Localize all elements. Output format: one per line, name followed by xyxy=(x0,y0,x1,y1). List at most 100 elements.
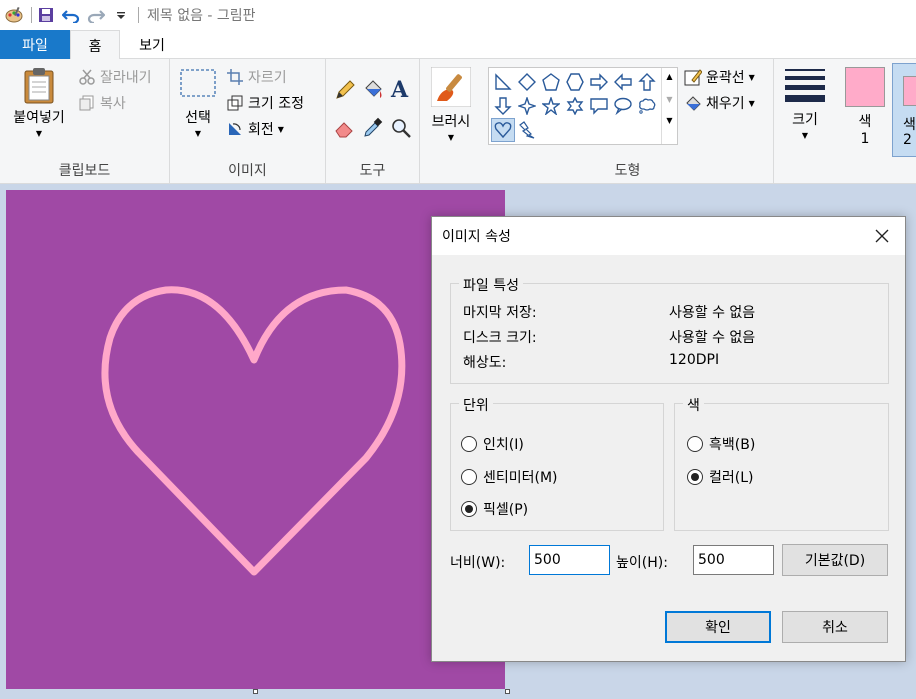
right-arrow-icon[interactable] xyxy=(587,70,611,94)
resize-handle-corner[interactable] xyxy=(505,689,510,694)
color2-number: 2 xyxy=(903,132,912,148)
gallery-scroll: ▲ ▼ ▼ xyxy=(661,68,677,144)
separator xyxy=(31,7,32,23)
ribbon: 붙여넣기 ▼ 잘라내기 복사 클립보드 선택 ▼ 자르기 크기 조정 회전 ▼ … xyxy=(0,59,916,184)
gallery-expand-icon[interactable]: ▼ xyxy=(662,116,677,125)
tab-home[interactable]: 홈 xyxy=(70,30,120,60)
save-icon[interactable] xyxy=(35,4,57,26)
rotate-button[interactable]: 회전 ▼ xyxy=(226,119,284,139)
color-mode-legend: 색 xyxy=(683,395,704,415)
cut-button[interactable]: 잘라내기 xyxy=(78,67,152,87)
diamond-icon[interactable] xyxy=(515,70,539,94)
pentagon-icon[interactable] xyxy=(539,70,563,94)
redo-icon[interactable] xyxy=(85,4,107,26)
select-rect-icon xyxy=(176,67,220,101)
magnifier-icon[interactable] xyxy=(390,117,412,143)
image-group: 선택 ▼ 자르기 크기 조정 회전 ▼ 이미지 xyxy=(170,59,326,184)
color1-button[interactable]: 색 1 xyxy=(838,59,892,161)
title-bar: 제목 없음 - 그림판 xyxy=(0,0,916,30)
cloud-callout-icon[interactable] xyxy=(635,94,659,118)
tab-file[interactable]: 파일 xyxy=(0,30,70,59)
color-bw-radio[interactable]: 흑백(B) xyxy=(687,434,755,454)
resolution-value: 120DPI xyxy=(669,352,720,368)
clipboard-icon xyxy=(8,67,70,105)
tools-group: A 도구 xyxy=(326,59,420,184)
fill-bucket-icon[interactable] xyxy=(362,79,384,105)
quick-access-toolbar xyxy=(0,0,139,30)
down-arrow-icon[interactable] xyxy=(491,94,515,118)
five-point-star-icon[interactable] xyxy=(539,94,563,118)
chevron-down-icon: ▼ xyxy=(35,129,43,138)
brush-icon xyxy=(424,67,478,107)
color-color-radio[interactable]: 컬러(L) xyxy=(687,467,753,487)
image-properties-dialog: 이미지 속성 파일 특성 마지막 저장: 사용할 수 없음 디스크 크기: 사용… xyxy=(431,216,906,662)
resize-icon xyxy=(226,94,244,112)
unit-inch-radio[interactable]: 인치(I) xyxy=(461,434,524,454)
units-legend: 단위 xyxy=(459,395,493,415)
width-input[interactable] xyxy=(529,545,610,575)
tab-view[interactable]: 보기 xyxy=(120,30,184,59)
shapes-group-label: 도형 xyxy=(614,163,641,179)
size-group: 크기 ▼ xyxy=(774,59,836,184)
cancel-button[interactable]: 취소 xyxy=(782,611,888,643)
scroll-down-icon[interactable]: ▼ xyxy=(662,95,677,104)
radio-dot-selected xyxy=(461,501,477,517)
chevron-down-icon: ▼ xyxy=(277,124,284,134)
color-picker-icon[interactable] xyxy=(362,117,384,143)
up-arrow-icon[interactable] xyxy=(635,70,659,94)
scissors-icon xyxy=(78,68,96,86)
resolution-label: 해상도: xyxy=(463,355,507,371)
right-triangle-icon[interactable] xyxy=(491,70,515,94)
select-button[interactable]: 선택 ▼ xyxy=(176,67,220,138)
unit-pixel-radio[interactable]: 픽셀(P) xyxy=(461,499,528,519)
size-button[interactable]: 크기 ▼ xyxy=(780,67,830,140)
dialog-title: 이미지 속성 xyxy=(442,229,511,245)
radio-dot xyxy=(461,469,477,485)
resize-button[interactable]: 크기 조정 xyxy=(226,93,304,113)
heart-icon[interactable] xyxy=(491,118,515,142)
resize-label: 크기 조정 xyxy=(248,96,304,112)
crop-button[interactable]: 자르기 xyxy=(226,67,287,87)
paste-button[interactable]: 붙여넣기 ▼ xyxy=(8,67,70,138)
outline-button[interactable]: 윤곽선 ▼ xyxy=(684,67,755,87)
ok-button[interactable]: 확인 xyxy=(665,611,771,643)
brush-button[interactable]: 브러시 ▼ xyxy=(424,67,478,142)
copy-button[interactable]: 복사 xyxy=(78,93,126,113)
paint-app-icon[interactable] xyxy=(3,4,25,26)
cut-label: 잘라내기 xyxy=(100,70,152,86)
crop-label: 자르기 xyxy=(248,70,287,86)
height-label: 높이(H): xyxy=(616,555,668,571)
lightning-icon[interactable] xyxy=(515,118,539,142)
unit-cm-radio[interactable]: 센티미터(M) xyxy=(461,467,558,487)
separator xyxy=(138,7,139,23)
height-input[interactable] xyxy=(693,545,774,575)
rotate-icon xyxy=(226,120,244,138)
left-arrow-icon[interactable] xyxy=(611,70,635,94)
rect-callout-icon[interactable] xyxy=(587,94,611,118)
chevron-down-icon: ▼ xyxy=(447,133,455,142)
file-properties-legend: 파일 특성 xyxy=(459,275,523,295)
close-icon[interactable] xyxy=(867,224,897,248)
color2-button[interactable]: 색 2 xyxy=(892,63,916,157)
scroll-up-icon[interactable]: ▲ xyxy=(662,72,677,81)
four-point-star-icon[interactable] xyxy=(515,94,539,118)
eraser-icon[interactable] xyxy=(334,117,356,143)
oval-callout-icon[interactable] xyxy=(611,94,635,118)
color-color-label: 컬러(L) xyxy=(709,470,754,486)
clipboard-group: 붙여넣기 ▼ 잘라내기 복사 클립보드 xyxy=(0,59,170,184)
dialog-titlebar: 이미지 속성 xyxy=(432,217,905,255)
fill-button[interactable]: 채우기 ▼ xyxy=(684,93,755,113)
clipboard-group-label: 클립보드 xyxy=(58,163,111,179)
six-point-star-icon[interactable] xyxy=(563,94,587,118)
crop-icon xyxy=(226,68,244,86)
resize-handle-bottom[interactable] xyxy=(253,689,258,694)
fill-label: 채우기 xyxy=(706,96,745,112)
copy-icon xyxy=(78,94,96,112)
customize-qat-icon[interactable] xyxy=(110,4,132,26)
text-icon[interactable]: A xyxy=(390,77,412,105)
color1-label: 색 xyxy=(858,114,872,130)
hexagon-icon[interactable] xyxy=(563,70,587,94)
default-button[interactable]: 기본값(D) xyxy=(782,544,888,576)
pencil-icon[interactable] xyxy=(334,79,356,105)
undo-icon[interactable] xyxy=(60,4,82,26)
